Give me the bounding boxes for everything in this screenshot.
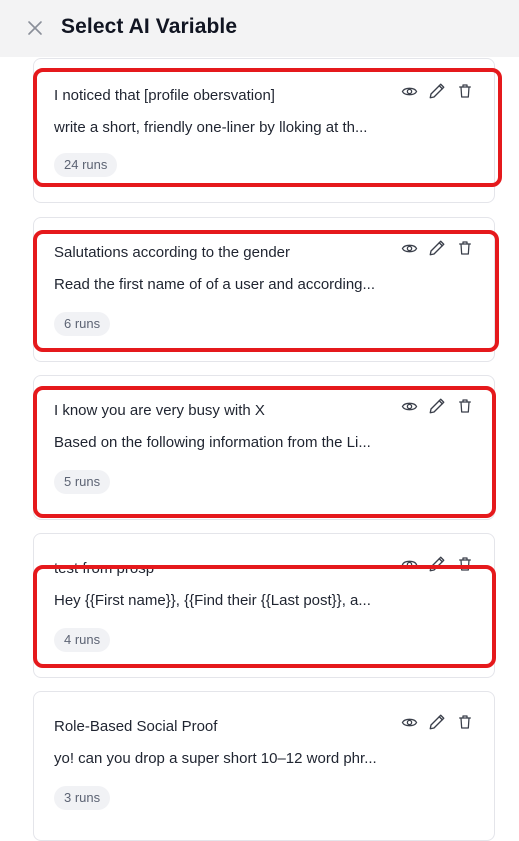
view-button[interactable] <box>400 713 418 731</box>
edit-button[interactable] <box>428 397 446 415</box>
eye-icon <box>401 244 417 252</box>
edit-button[interactable] <box>428 239 446 257</box>
delete-button[interactable] <box>456 239 474 257</box>
view-button[interactable] <box>400 397 418 415</box>
card-description: yo! can you drop a super short 10–12 wor… <box>54 750 377 767</box>
card-actions <box>400 397 474 415</box>
trash-icon <box>459 399 471 413</box>
pencil-icon <box>429 556 445 572</box>
card-description: Hey {{First name}}, {{Find their {{Last … <box>54 592 371 609</box>
runs-badge: 4 runs <box>54 628 111 652</box>
runs-badge: 3 runs <box>54 786 111 810</box>
delete-button[interactable] <box>456 397 474 415</box>
eye-icon <box>401 718 417 726</box>
pencil-icon <box>429 83 445 99</box>
edit-button[interactable] <box>428 713 446 731</box>
eye-icon <box>401 402 417 410</box>
card-actions <box>400 239 474 257</box>
page-title: Select AI Variable <box>61 15 238 38</box>
pencil-icon <box>429 714 445 730</box>
trash-icon <box>459 557 471 571</box>
close-button[interactable] <box>24 17 46 39</box>
card-actions <box>400 555 474 573</box>
card-title: test from prosp <box>54 560 155 577</box>
card-title: Salutations according to the gender <box>54 244 290 261</box>
delete-button[interactable] <box>456 82 474 100</box>
card-actions <box>400 82 474 100</box>
card-actions <box>400 713 474 731</box>
trash-icon <box>459 715 471 729</box>
runs-badge: 5 runs <box>54 470 111 494</box>
view-button[interactable] <box>400 239 418 257</box>
edit-button[interactable] <box>428 82 446 100</box>
delete-button[interactable] <box>456 555 474 573</box>
dialog-header: Select AI Variable <box>0 0 519 57</box>
pencil-icon <box>429 398 445 414</box>
runs-badge: 24 runs <box>54 153 118 177</box>
ai-variable-card[interactable]: Role-Based Social Proof yo! can you drop… <box>33 691 495 841</box>
pencil-icon <box>429 240 445 256</box>
edit-button[interactable] <box>428 555 446 573</box>
trash-icon <box>459 241 471 255</box>
view-button[interactable] <box>400 82 418 100</box>
delete-button[interactable] <box>456 713 474 731</box>
ai-variable-card[interactable]: I know you are very busy with X Based on… <box>33 375 495 520</box>
card-description: write a short, friendly one-liner by llo… <box>54 119 368 136</box>
card-title: Role-Based Social Proof <box>54 718 218 735</box>
card-title: I noticed that [profile obersvation] <box>54 87 275 104</box>
close-icon <box>28 21 42 35</box>
eye-icon <box>401 560 417 568</box>
trash-icon <box>459 84 471 98</box>
eye-icon <box>401 87 417 95</box>
card-title: I know you are very busy with X <box>54 402 265 419</box>
card-description: Based on the following information from … <box>54 434 371 451</box>
runs-badge: 6 runs <box>54 312 111 336</box>
ai-variable-card[interactable]: Salutations according to the gender Read… <box>33 217 495 362</box>
ai-variable-card[interactable]: I noticed that [profile obersvation] wri… <box>33 58 495 203</box>
card-description: Read the first name of of a user and acc… <box>54 276 376 293</box>
view-button[interactable] <box>400 555 418 573</box>
ai-variable-card[interactable]: test from prosp Hey {{First name}}, {{Fi… <box>33 533 495 678</box>
